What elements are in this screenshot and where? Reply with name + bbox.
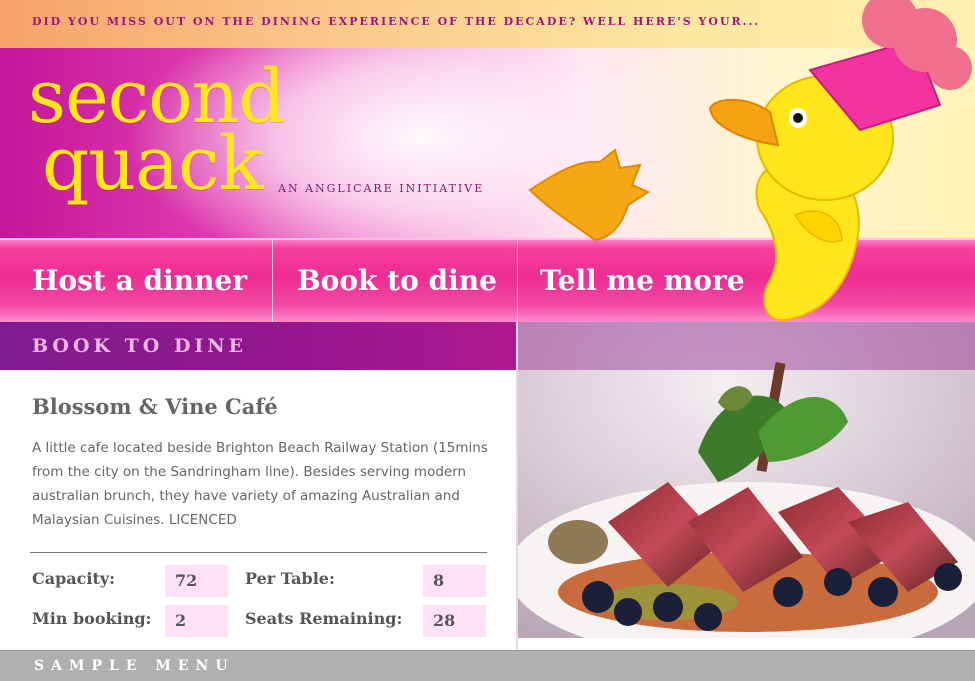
min-booking-label: Min booking:: [32, 609, 152, 628]
min-booking-value: 2: [165, 605, 228, 637]
initiative-text: AN ANGLICARE INITIATIVE: [278, 182, 485, 195]
nav-divider: [272, 240, 273, 324]
per-table-value: 8: [423, 565, 486, 597]
capacity-value: 72: [165, 565, 228, 597]
nav-host-a-dinner[interactable]: Host a dinner: [32, 240, 247, 322]
seats-remaining-value: 28: [423, 605, 486, 637]
seats-remaining-label: Seats Remaining:: [245, 609, 403, 628]
section-header: BOOK TO DINE: [0, 322, 517, 370]
nav-divider: [517, 240, 518, 324]
per-table-label: Per Table:: [245, 569, 335, 588]
sample-menu-title: SAMPLE MENU: [34, 658, 235, 674]
section-title: BOOK TO DINE: [32, 335, 248, 357]
duck-chef-icon: [528, 0, 972, 322]
venue-name: Blossom & Vine Café: [32, 394, 278, 419]
logo-quack[interactable]: quack: [42, 127, 263, 201]
venue-description: A little cafe located beside Brighton Be…: [32, 440, 488, 528]
food-photo: [518, 322, 975, 638]
capacity-label: Capacity:: [32, 569, 116, 588]
sample-menu-bar[interactable]: SAMPLE MENU: [0, 650, 975, 681]
divider: [30, 552, 487, 553]
nav-book-to-dine[interactable]: Book to dine: [297, 240, 497, 322]
